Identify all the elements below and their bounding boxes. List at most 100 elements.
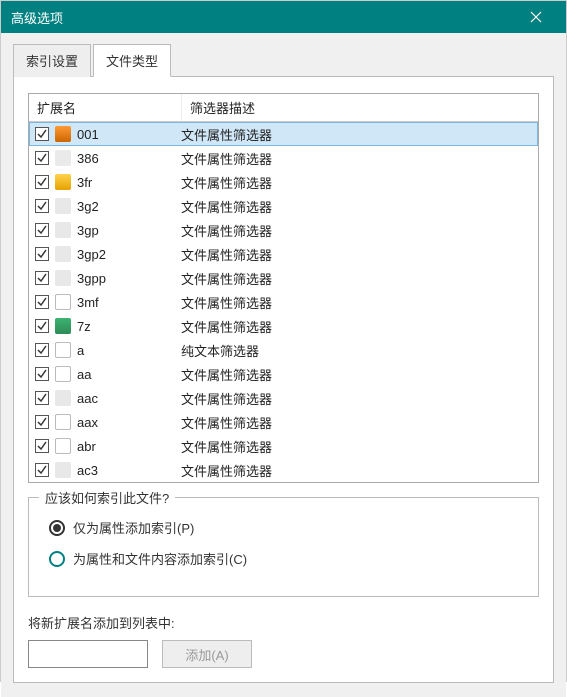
file-type-icon (55, 270, 71, 286)
checkbox[interactable] (35, 271, 49, 285)
table-row[interactable]: aa文件属性筛选器 (29, 362, 538, 386)
description-cell: 纯文本筛选器 (181, 341, 532, 360)
extension-cell: 3gpp (77, 271, 181, 286)
advanced-options-window: 高级选项 索引设置文件类型 扩展名 筛选器描述 001文件属性筛选器386文件属… (0, 0, 567, 682)
window-title: 高级选项 (11, 8, 516, 27)
description-cell: 文件属性筛选器 (181, 437, 532, 456)
description-cell: 文件属性筛选器 (181, 197, 532, 216)
table-row[interactable]: ac3文件属性筛选器 (29, 458, 538, 482)
description-cell: 文件属性筛选器 (181, 149, 532, 168)
content-area: 索引设置文件类型 扩展名 筛选器描述 001文件属性筛选器386文件属性筛选器3… (1, 33, 566, 697)
column-header-extension[interactable]: 扩展名 (29, 94, 181, 121)
table-row[interactable]: 001文件属性筛选器 (29, 122, 538, 146)
file-type-icon (55, 126, 71, 142)
file-types-panel: 扩展名 筛选器描述 001文件属性筛选器386文件属性筛选器3fr文件属性筛选器… (13, 77, 554, 683)
extension-cell: aac (77, 391, 181, 406)
extension-cell: 3g2 (77, 199, 181, 214)
radio-properties-only[interactable]: 仅为属性添加索引(P) (49, 518, 524, 537)
file-type-icon (55, 438, 71, 454)
table-row[interactable]: 3mf文件属性筛选器 (29, 290, 538, 314)
extension-cell: 7z (77, 319, 181, 334)
checkbox[interactable] (35, 223, 49, 237)
extension-cell: ac3 (77, 463, 181, 478)
close-icon (530, 11, 542, 23)
add-extension-section: 将新扩展名添加到列表中: 添加(A) (28, 613, 539, 668)
checkbox[interactable] (35, 343, 49, 357)
extension-list: 扩展名 筛选器描述 001文件属性筛选器386文件属性筛选器3fr文件属性筛选器… (28, 93, 539, 483)
extension-cell: 3gp2 (77, 247, 181, 262)
file-type-icon (55, 222, 71, 238)
titlebar: 高级选项 (1, 1, 566, 33)
close-button[interactable] (516, 1, 556, 33)
table-row[interactable]: abr文件属性筛选器 (29, 434, 538, 458)
index-mode-group: 应该如何索引此文件? 仅为属性添加索引(P)为属性和文件内容添加索引(C) (28, 497, 539, 597)
extension-cell: 3mf (77, 295, 181, 310)
table-row[interactable]: aac文件属性筛选器 (29, 386, 538, 410)
checkbox[interactable] (35, 151, 49, 165)
radio-icon (49, 520, 65, 536)
checkbox[interactable] (35, 127, 49, 141)
checkbox[interactable] (35, 463, 49, 477)
table-row[interactable]: 3gp2文件属性筛选器 (29, 242, 538, 266)
file-type-icon (55, 414, 71, 430)
tab-strip: 索引设置文件类型 (13, 43, 554, 77)
file-type-icon (55, 366, 71, 382)
column-header-description[interactable]: 筛选器描述 (181, 94, 520, 121)
radio-label: 仅为属性添加索引(P) (73, 518, 194, 537)
file-type-icon (55, 174, 71, 190)
table-row[interactable]: 3gpp文件属性筛选器 (29, 266, 538, 290)
description-cell: 文件属性筛选器 (181, 293, 532, 312)
checkbox[interactable] (35, 439, 49, 453)
description-cell: 文件属性筛选器 (181, 125, 532, 144)
file-type-icon (55, 318, 71, 334)
extension-cell: a (77, 343, 181, 358)
description-cell: 文件属性筛选器 (181, 413, 532, 432)
description-cell: 文件属性筛选器 (181, 317, 532, 336)
extension-cell: 386 (77, 151, 181, 166)
add-button[interactable]: 添加(A) (162, 640, 252, 668)
checkbox[interactable] (35, 391, 49, 405)
new-extension-input[interactable] (28, 640, 148, 668)
checkbox[interactable] (35, 367, 49, 381)
table-row[interactable]: a纯文本筛选器 (29, 338, 538, 362)
checkbox[interactable] (35, 319, 49, 333)
file-type-icon (55, 246, 71, 262)
checkbox[interactable] (35, 247, 49, 261)
list-header: 扩展名 筛选器描述 (29, 94, 538, 122)
description-cell: 文件属性筛选器 (181, 173, 532, 192)
group-title: 应该如何索引此文件? (39, 488, 175, 507)
checkbox[interactable] (35, 175, 49, 189)
file-type-icon (55, 462, 71, 478)
extension-cell: 3gp (77, 223, 181, 238)
description-cell: 文件属性筛选器 (181, 245, 532, 264)
file-type-icon (55, 342, 71, 358)
extension-cell: aa (77, 367, 181, 382)
table-row[interactable]: 3g2文件属性筛选器 (29, 194, 538, 218)
table-row[interactable]: 3fr文件属性筛选器 (29, 170, 538, 194)
description-cell: 文件属性筛选器 (181, 365, 532, 384)
file-type-icon (55, 150, 71, 166)
file-type-icon (55, 390, 71, 406)
extension-cell: 001 (77, 127, 181, 142)
file-type-icon (55, 294, 71, 310)
table-row[interactable]: aax文件属性筛选器 (29, 410, 538, 434)
tab-index-settings[interactable]: 索引设置 (13, 44, 91, 77)
checkbox[interactable] (35, 295, 49, 309)
radio-icon (49, 551, 65, 567)
table-row[interactable]: 386文件属性筛选器 (29, 146, 538, 170)
extension-cell: abr (77, 439, 181, 454)
file-type-icon (55, 198, 71, 214)
radio-label: 为属性和文件内容添加索引(C) (73, 549, 247, 568)
radio-properties-and-content[interactable]: 为属性和文件内容添加索引(C) (49, 549, 524, 568)
extension-cell: 3fr (77, 175, 181, 190)
checkbox[interactable] (35, 415, 49, 429)
extension-cell: aax (77, 415, 181, 430)
tab-file-types[interactable]: 文件类型 (93, 44, 171, 77)
description-cell: 文件属性筛选器 (181, 389, 532, 408)
list-body[interactable]: 001文件属性筛选器386文件属性筛选器3fr文件属性筛选器3g2文件属性筛选器… (29, 122, 538, 482)
table-row[interactable]: 3gp文件属性筛选器 (29, 218, 538, 242)
description-cell: 文件属性筛选器 (181, 269, 532, 288)
checkbox[interactable] (35, 199, 49, 213)
add-extension-label: 将新扩展名添加到列表中: (28, 613, 539, 632)
table-row[interactable]: 7z文件属性筛选器 (29, 314, 538, 338)
